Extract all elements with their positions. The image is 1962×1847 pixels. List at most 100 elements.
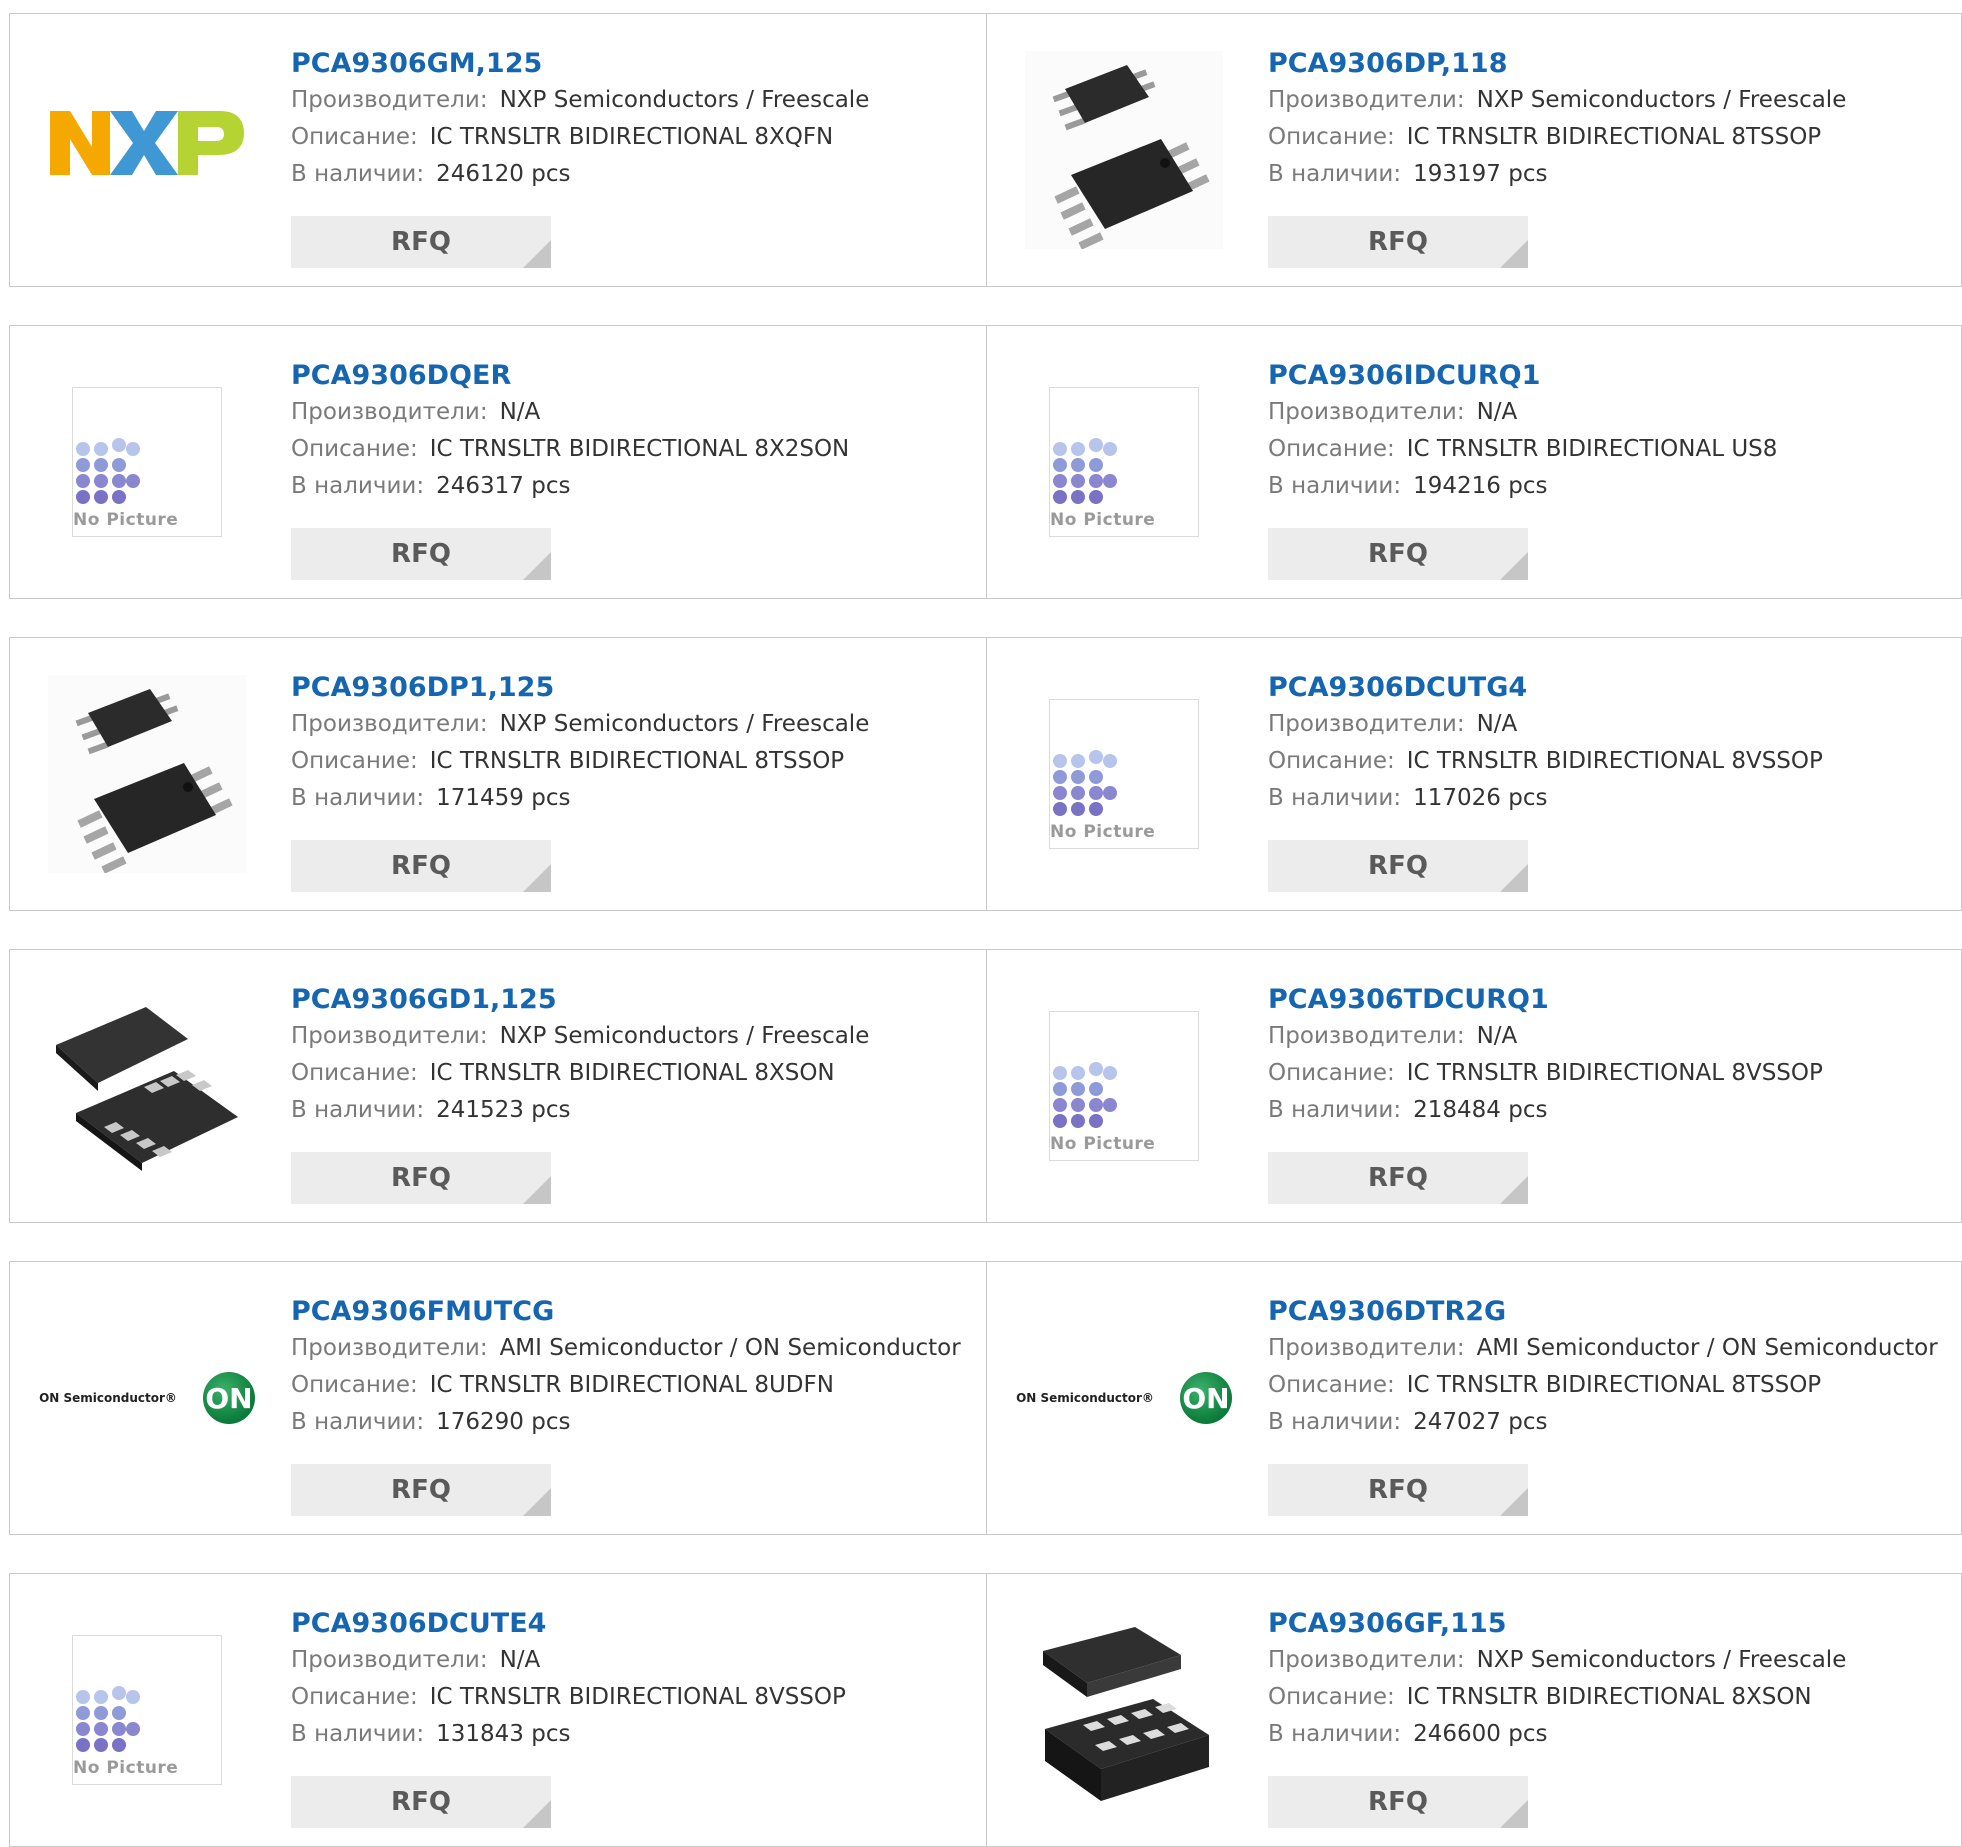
manufacturer-row: Производители: NXP Semiconductors / Frees… xyxy=(1268,82,1951,119)
manufacturer-row: Производители: N/A xyxy=(1268,394,1951,431)
manufacturer-row: Производители: N/A xyxy=(1268,706,1951,743)
rfq-corner-decoration xyxy=(1500,864,1528,892)
rfq-button[interactable]: RFQ xyxy=(1268,528,1528,580)
description-value: IC TRNSLTR BIDIRECTIONAL 8TSSOP xyxy=(1406,124,1822,150)
description-label: Описание: xyxy=(291,748,418,774)
product-info: PCA9306GM,125 Производители: NXP Semicondu… xyxy=(291,46,976,193)
rfq-button[interactable]: RFQ xyxy=(1268,1464,1528,1516)
product-part-link[interactable]: PCA9306FMUTCG xyxy=(291,1294,554,1330)
product-image[interactable] xyxy=(1025,51,1223,249)
description-row: Описание: IC TRNSLTR BIDIRECTIONAL 8VSSOP xyxy=(1268,743,1951,780)
rfq-button[interactable]: RFQ xyxy=(1268,1152,1528,1204)
manufacturer-label: Производители: xyxy=(1268,1023,1465,1049)
product-image[interactable]: No Picture xyxy=(1025,987,1223,1185)
no-picture-label: No Picture xyxy=(1050,822,1156,842)
product-card: PCA9306DP,118 Производители: NXP Semicondu… xyxy=(987,13,1962,287)
product-image[interactable] xyxy=(48,987,246,1185)
rfq-button-label: RFQ xyxy=(1368,227,1428,257)
description-label: Описание: xyxy=(1268,124,1395,150)
tssop-chip-icon xyxy=(1025,51,1223,249)
product-part-link[interactable]: PCA9306DQER xyxy=(291,358,511,394)
manufacturer-value: NXP Semiconductors / Freescale xyxy=(499,711,870,737)
description-label: Описание: xyxy=(291,124,418,150)
stock-label: В наличии: xyxy=(1268,1097,1402,1123)
tssop-chip-icon xyxy=(48,675,246,873)
rfq-button[interactable]: RFQ xyxy=(291,1464,551,1516)
no-picture-label: No Picture xyxy=(73,510,179,530)
product-card: No Picture PCA9306TDCURQ1 Производители: N/… xyxy=(987,949,1962,1223)
product-part-link[interactable]: PCA9306DCUTE4 xyxy=(291,1606,546,1642)
product-image[interactable]: No Picture xyxy=(1025,675,1223,873)
rfq-button[interactable]: RFQ xyxy=(1268,840,1528,892)
rfq-button[interactable]: RFQ xyxy=(291,840,551,892)
stock-value: 246317 pcs xyxy=(436,473,571,499)
stock-row: В наличии: 247027 pcs xyxy=(1268,1404,1951,1441)
no-picture-icon: No Picture xyxy=(1049,1011,1199,1161)
stock-label: В наличии: xyxy=(291,161,425,187)
manufacturer-value: NXP Semiconductors / Freescale xyxy=(1476,87,1847,113)
manufacturer-value: NXP Semiconductors / Freescale xyxy=(1476,1647,1847,1673)
product-image[interactable] xyxy=(1025,1611,1223,1809)
product-card: PCA9306GM,125 Производители: NXP Semicondu… xyxy=(9,13,987,287)
on-semiconductor-logo-icon: ON Semiconductor® ON xyxy=(1016,1372,1232,1424)
rfq-button[interactable]: RFQ xyxy=(291,528,551,580)
description-label: Описание: xyxy=(1268,1684,1395,1710)
no-picture-label: No Picture xyxy=(1050,1134,1156,1154)
manufacturer-row: Производители: N/A xyxy=(291,394,976,431)
rfq-button[interactable]: RFQ xyxy=(1268,216,1528,268)
product-part-link[interactable]: PCA9306DTR2G xyxy=(1268,1294,1506,1330)
stock-value: 247027 pcs xyxy=(1413,1409,1548,1435)
product-image[interactable]: No Picture xyxy=(1025,363,1223,561)
rfq-button-label: RFQ xyxy=(391,227,451,257)
manufacturer-value: AMI Semiconductor / ON Semiconductor xyxy=(499,1335,961,1361)
product-info: PCA9306IDCURQ1 Производители: N/A Описание:… xyxy=(1268,358,1951,505)
product-part-link[interactable]: PCA9306TDCURQ1 xyxy=(1268,982,1549,1018)
product-info: PCA9306GD1,125 Производители: NXP Semicond… xyxy=(291,982,976,1129)
stock-label: В наличии: xyxy=(1268,161,1402,187)
product-image[interactable]: ON Semiconductor® ON xyxy=(1016,1299,1232,1497)
manufacturer-value: N/A xyxy=(1476,399,1518,425)
product-part-link[interactable]: PCA9306DCUTG4 xyxy=(1268,670,1527,706)
manufacturer-label: Производители: xyxy=(291,1023,488,1049)
stock-label: В наличии: xyxy=(291,1409,425,1435)
product-part-link[interactable]: PCA9306GD1,125 xyxy=(291,982,557,1018)
rfq-button[interactable]: RFQ xyxy=(291,216,551,268)
no-picture-icon: No Picture xyxy=(72,387,222,537)
product-part-link[interactable]: PCA9306DP,118 xyxy=(1268,46,1508,82)
manufacturer-label: Производители: xyxy=(291,399,488,425)
rfq-button-label: RFQ xyxy=(391,1787,451,1817)
product-part-link[interactable]: PCA9306DP1,125 xyxy=(291,670,554,706)
description-value: IC TRNSLTR BIDIRECTIONAL 8VSSOP xyxy=(429,1684,846,1710)
description-label: Описание: xyxy=(291,1372,418,1398)
stock-row: В наличии: 218484 pcs xyxy=(1268,1092,1951,1129)
rfq-button-label: RFQ xyxy=(1368,851,1428,881)
product-image[interactable] xyxy=(48,51,246,249)
product-part-link[interactable]: PCA9306GM,125 xyxy=(291,46,542,82)
stock-row: В наличии: 246120 pcs xyxy=(291,156,976,193)
product-info: PCA9306DCUTG4 Производители: N/A Описание: I… xyxy=(1268,670,1951,817)
stock-label: В наличии: xyxy=(1268,473,1402,499)
stock-row: В наличии: 193197 pcs xyxy=(1268,156,1951,193)
product-image[interactable]: ON Semiconductor® ON xyxy=(39,1299,255,1497)
xson-chip-icon xyxy=(56,1007,238,1171)
rfq-button-label: RFQ xyxy=(391,1475,451,1505)
rfq-button[interactable]: RFQ xyxy=(291,1152,551,1204)
product-card: No Picture PCA9306DQER Производители: N/A Оп… xyxy=(9,325,987,599)
rfq-corner-decoration xyxy=(523,1176,551,1204)
rfq-corner-decoration xyxy=(1500,1800,1528,1828)
product-info: PCA9306FMUTCG Производители: AMI Semicondu… xyxy=(291,1294,976,1441)
description-value: IC TRNSLTR BIDIRECTIONAL 8XQFN xyxy=(429,124,834,150)
product-image[interactable]: No Picture xyxy=(48,1611,246,1809)
description-value: IC TRNSLTR BIDIRECTIONAL 8VSSOP xyxy=(1406,748,1823,774)
rfq-button[interactable]: RFQ xyxy=(291,1776,551,1828)
product-image[interactable]: No Picture xyxy=(48,363,246,561)
description-row: Описание: IC TRNSLTR BIDIRECTIONAL 8XSON xyxy=(1268,1679,1951,1716)
stock-value: 171459 pcs xyxy=(436,785,571,811)
manufacturer-value: AMI Semiconductor / ON Semiconductor xyxy=(1476,1335,1938,1361)
description-label: Описание: xyxy=(291,1060,418,1086)
product-image[interactable] xyxy=(48,675,246,873)
product-part-link[interactable]: PCA9306GF,115 xyxy=(1268,1606,1507,1642)
description-row: Описание: IC TRNSLTR BIDIRECTIONAL 8VSSOP xyxy=(1268,1055,1951,1092)
product-part-link[interactable]: PCA9306IDCURQ1 xyxy=(1268,358,1540,394)
rfq-button[interactable]: RFQ xyxy=(1268,1776,1528,1828)
